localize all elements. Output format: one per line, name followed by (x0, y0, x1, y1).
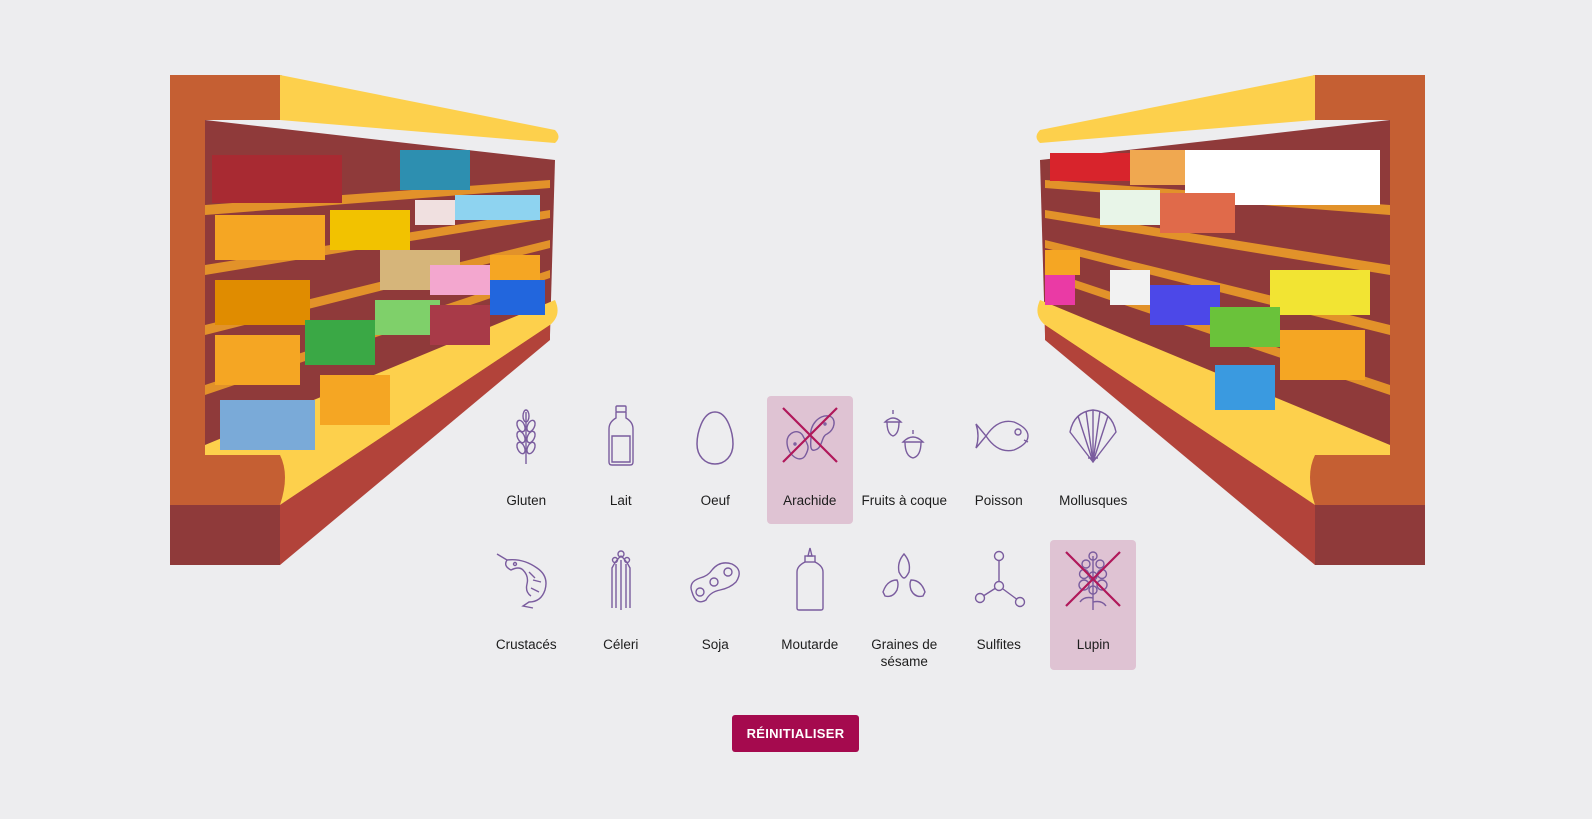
allergen-tile-sesame[interactable]: Graines de sésame (861, 540, 947, 670)
mustard-bottle-icon (777, 546, 843, 612)
excluded-cross-icon (781, 407, 838, 463)
allergen-label: Soja (701, 637, 729, 652)
shrimp-icon (493, 546, 559, 612)
allergen-label: Céleri (603, 637, 639, 652)
molecule-icon (966, 546, 1032, 612)
allergen-label: Crustacés (495, 637, 557, 652)
allergen-tile-molecule[interactable]: Sulfites (956, 540, 1042, 670)
allergen-label: Oeuf (700, 493, 730, 508)
allergen-tile-lupin[interactable]: Lupin (1050, 540, 1137, 670)
allergen-tile-milk-bottle[interactable]: Lait (578, 396, 664, 524)
celery-icon (588, 546, 654, 612)
sesame-icon (871, 546, 937, 612)
lupin-icon (1060, 546, 1126, 612)
allergen-label: Gluten (506, 493, 547, 508)
allergen-tile-shrimp[interactable]: Crustacés (483, 540, 569, 670)
peanut-icon (777, 402, 843, 468)
fish-icon (966, 402, 1032, 468)
shell-icon (1060, 402, 1126, 468)
egg-icon (682, 402, 748, 468)
wheat-icon (493, 402, 559, 468)
allergen-label: Graines de sésame (871, 637, 938, 669)
allergen-tile-egg[interactable]: Oeuf (672, 396, 758, 524)
allergen-tile-shell[interactable]: Mollusques (1050, 396, 1136, 524)
allergen-label: Moutarde (781, 637, 839, 652)
reset-button[interactable]: RÉINITIALISER (732, 715, 859, 752)
allergen-tile-mustard-bottle[interactable]: Moutarde (767, 540, 853, 670)
allergen-tile-acorn[interactable]: Fruits à coque (861, 396, 947, 524)
allergen-label: Sulfites (976, 637, 1021, 652)
allergen-label: Poisson (974, 493, 1023, 508)
acorn-icon (871, 402, 937, 468)
allergen-label: Lait (609, 493, 632, 508)
allergen-label: Fruits à coque (861, 493, 948, 508)
allergen-tile-fish[interactable]: Poisson (956, 396, 1042, 524)
allergen-grid: Gluten Lait Oeuf Arachide Fruits à coque Pois… (479, 396, 1139, 670)
allergen-label: Mollusques (1059, 493, 1128, 508)
milk-bottle-icon (588, 402, 654, 468)
allergen-tile-peanut[interactable]: Arachide (766, 396, 853, 524)
allergen-tile-wheat[interactable]: Gluten (483, 396, 569, 524)
allergen-tile-soy[interactable]: Soja (672, 540, 758, 670)
soy-icon (682, 546, 748, 612)
allergen-label: Arachide (783, 493, 837, 508)
allergen-tile-celery[interactable]: Céleri (578, 540, 664, 670)
excluded-cross-icon (1065, 551, 1122, 607)
allergen-label: Lupin (1076, 637, 1110, 652)
